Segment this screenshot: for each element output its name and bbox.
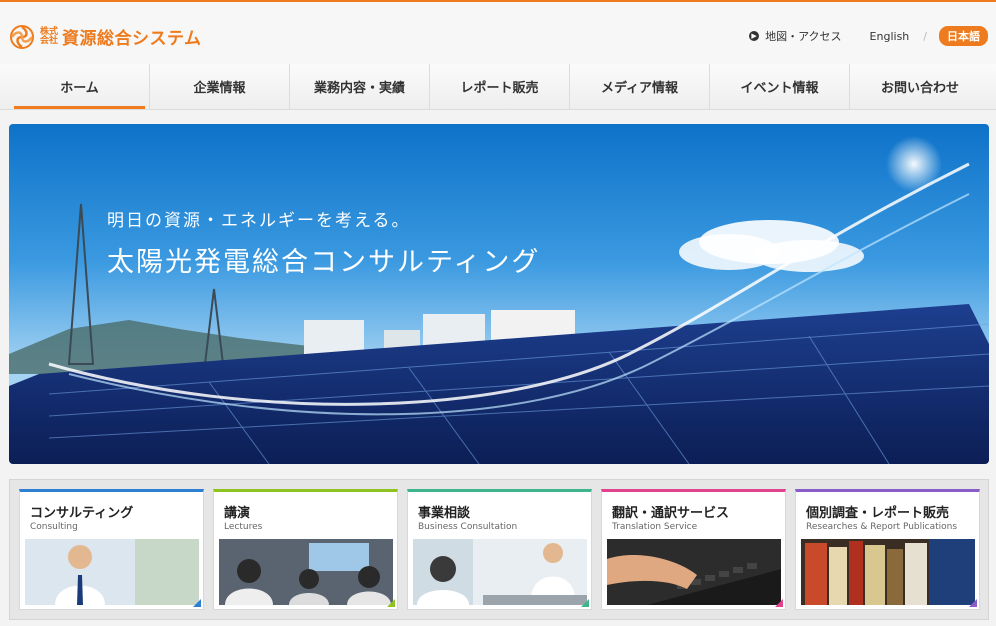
hero-tagline: 明日の資源・エネルギーを考える。 bbox=[107, 211, 411, 231]
card-image-businessman bbox=[25, 539, 199, 605]
card-lectures[interactable]: 講演 Lectures bbox=[213, 489, 398, 610]
card-corner-arrow-icon bbox=[193, 599, 201, 607]
card-corner-arrow-icon bbox=[775, 599, 783, 607]
card-subtitle: Translation Service bbox=[612, 522, 698, 532]
english-link[interactable]: English bbox=[870, 30, 910, 43]
card-corner-arrow-icon bbox=[969, 599, 977, 607]
nav-item-home[interactable]: ホーム bbox=[10, 64, 150, 109]
logo-swirl-icon bbox=[10, 24, 34, 49]
card-subtitle: Researches & Report Publications bbox=[806, 522, 958, 532]
card-title: 個別調査・レポート販売 bbox=[806, 506, 950, 521]
nav-item-events[interactable]: イベント情報 bbox=[710, 64, 850, 109]
company-logo[interactable]: 株式会社 資源総合システム bbox=[10, 24, 202, 49]
card-business-consultation[interactable]: 事業相談 Business Consultation bbox=[407, 489, 592, 610]
card-title: 翻訳・通訳サービス bbox=[612, 506, 730, 521]
card-image-keyboard bbox=[607, 539, 781, 605]
card-image-meeting bbox=[413, 539, 587, 605]
nav-item-services[interactable]: 業務内容・実績 bbox=[290, 64, 430, 109]
card-reports[interactable]: 個別調査・レポート販売 Researches & Report Publicat… bbox=[795, 489, 980, 610]
card-image-books bbox=[801, 539, 975, 605]
card-subtitle: Business Consultation bbox=[418, 522, 518, 532]
nav-item-media[interactable]: メディア情報 bbox=[570, 64, 710, 109]
card-translation[interactable]: 翻訳・通訳サービス Translation Service bbox=[601, 489, 786, 610]
card-corner-arrow-icon bbox=[387, 599, 395, 607]
header: 株式会社 資源総合システム ▶ 地図・アクセス English / 日本語 bbox=[0, 0, 996, 64]
logo-company-type: 株式会社 bbox=[40, 26, 59, 46]
card-corner-arrow-icon bbox=[581, 599, 589, 607]
japanese-button[interactable]: 日本語 bbox=[939, 26, 988, 46]
language-divider: / bbox=[923, 29, 927, 43]
access-link[interactable]: ▶ 地図・アクセス bbox=[749, 28, 842, 44]
card-title: コンサルティング bbox=[30, 506, 134, 521]
hero-headline: 太陽光発電総合コンサルティング bbox=[107, 247, 541, 278]
card-subtitle: Consulting bbox=[30, 522, 78, 532]
service-cards: コンサルティング Consulting 講演 Lectures 事業相談 Bus… bbox=[9, 479, 989, 620]
card-title: 講演 bbox=[224, 506, 251, 521]
card-subtitle: Lectures bbox=[224, 522, 263, 532]
hero-banner: 明日の資源・エネルギーを考える。 太陽光発電総合コンサルティング bbox=[9, 124, 989, 464]
card-image-audience bbox=[219, 539, 393, 605]
utility-links: ▶ 地図・アクセス English / 日本語 bbox=[749, 26, 988, 46]
card-title: 事業相談 bbox=[418, 506, 471, 521]
access-label: 地図・アクセス bbox=[765, 30, 842, 43]
nav-item-contact[interactable]: お問い合わせ bbox=[850, 64, 990, 109]
main-nav: ホーム 企業情報 業務内容・実績 レポート販売 メディア情報 イベント情報 お問… bbox=[0, 64, 996, 110]
nav-item-company[interactable]: 企業情報 bbox=[150, 64, 290, 109]
solar-panels-image bbox=[9, 136, 989, 464]
nav-item-reports[interactable]: レポート販売 bbox=[430, 64, 570, 109]
card-consulting[interactable]: コンサルティング Consulting bbox=[19, 489, 204, 610]
arrow-right-icon: ▶ bbox=[749, 31, 760, 41]
logo-company-name: 資源総合システム bbox=[62, 29, 202, 49]
